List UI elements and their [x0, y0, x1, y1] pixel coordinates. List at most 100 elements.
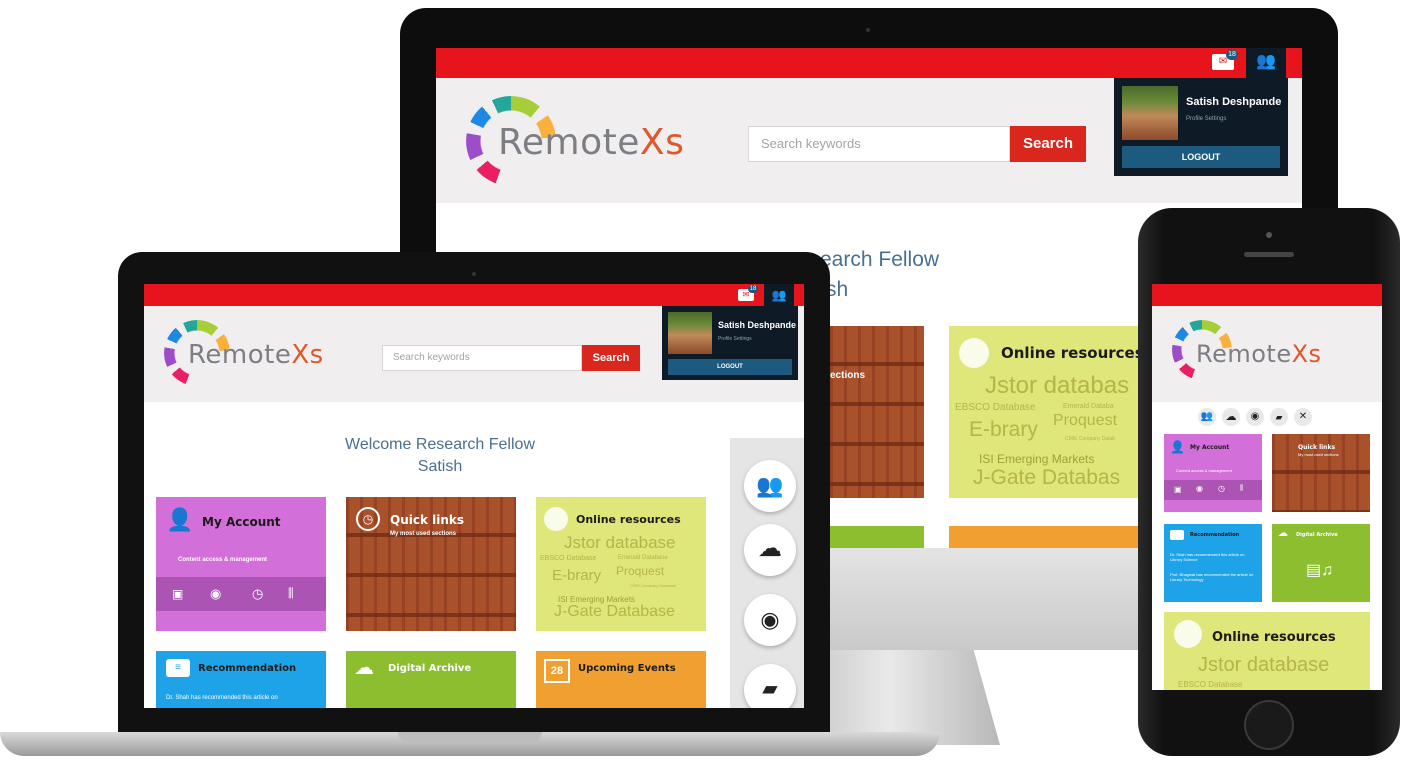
- remotexs-logo: RemoteXs: [1196, 340, 1322, 368]
- my-account-title: My Account: [1190, 444, 1230, 451]
- quick-links-tile[interactable]: Quick links My most used sections: [1272, 434, 1370, 512]
- recommendation-tile[interactable]: Recommendation Dr. Shah has recommended …: [1164, 524, 1262, 602]
- my-account-subtitle: Content access & management: [178, 557, 268, 563]
- resource-word: J-Gate Database: [554, 603, 675, 620]
- eye-icon[interactable]: ◉: [1246, 408, 1264, 426]
- recommendation-tile[interactable]: ≡ Recommendation Dr. Shah has recommende…: [156, 651, 326, 708]
- eye-icon[interactable]: ◉: [744, 594, 796, 646]
- welcome-line2: Satish: [417, 458, 463, 475]
- phone-screen: RemoteXs 👥 ☁ ◉ ▰ ✕ 👤 My Account Content …: [1152, 284, 1382, 690]
- search-input[interactable]: Search keywords: [382, 345, 582, 371]
- quick-links-tile-partial[interactable]: ections: [830, 326, 924, 498]
- quick-links-tile[interactable]: ◷ Quick links My most used sections: [346, 497, 516, 631]
- folder-icon[interactable]: ▰: [744, 664, 796, 708]
- remotexs-logo: RemoteXs: [498, 122, 685, 163]
- my-account-title: My Account: [202, 515, 281, 529]
- search-button[interactable]: Search: [1010, 126, 1086, 162]
- profile-name: Satish Deshpande: [1186, 96, 1282, 108]
- chat-icon: ≡: [166, 659, 190, 677]
- profile-settings-link[interactable]: Profile Settings: [718, 336, 752, 342]
- digital-archive-tile[interactable]: ☁ Digital Archive ▤♫: [1272, 524, 1370, 602]
- laptop-screen: ✉ 18 👥 RemoteXs Search keywords Search S…: [144, 284, 804, 708]
- media-files-icon: ▤♫: [1306, 562, 1334, 579]
- laptop-camera: [472, 272, 476, 276]
- eye-icon[interactable]: ◉: [1196, 484, 1203, 493]
- profile-name: Satish Deshpande: [718, 320, 797, 330]
- my-account-tile[interactable]: 👤 My Account Content access & management…: [156, 497, 326, 631]
- quick-links-title: Quick links: [1298, 444, 1336, 451]
- mail-count-badge: 18: [748, 285, 758, 293]
- resource-word: EBSCO Database: [1178, 680, 1243, 689]
- resource-word: EBSCO Database: [955, 402, 1036, 413]
- user-menu-button[interactable]: 👥: [1246, 48, 1286, 78]
- resource-word: Emerald Database: [618, 555, 668, 561]
- globe-icon: [544, 507, 568, 531]
- resource-word: J-Gate Databas: [973, 466, 1121, 489]
- profile-settings-link[interactable]: Profile Settings: [1186, 116, 1226, 122]
- equalizer-icon[interactable]: ⫼: [288, 586, 294, 601]
- online-resources-tile[interactable]: Online resources Jstor database EBSCO Da…: [536, 497, 706, 631]
- resource-word: Jstor database: [564, 533, 676, 552]
- chat-icon: [1170, 530, 1184, 540]
- cloud-icon[interactable]: ☁: [1222, 408, 1240, 426]
- online-resources-title: Online resources: [1001, 344, 1144, 362]
- recommendation-text: Dr. Shah has recommended this article on…: [1170, 552, 1245, 562]
- welcome-line1-partial: earch Fellow: [820, 248, 940, 271]
- resource-word: CMIE Company Datab: [1065, 436, 1116, 442]
- eye-icon[interactable]: ◉: [210, 586, 221, 602]
- search-button[interactable]: Search: [582, 345, 640, 371]
- globe-icon: [1174, 620, 1202, 648]
- clock-icon[interactable]: ◷: [1218, 484, 1225, 493]
- recommendation-text: Dr. Shah has recommended this article on: [166, 695, 278, 701]
- phone-earpiece: [1244, 252, 1294, 257]
- remotexs-logo: RemoteXs: [188, 340, 324, 370]
- welcome-line1: Welcome Research Fellow: [345, 436, 535, 453]
- resource-word: Emerald Databa: [1063, 403, 1114, 410]
- phone-camera: [1266, 232, 1272, 238]
- recommendation-title: Recommendation: [1190, 532, 1240, 538]
- avatar[interactable]: [1122, 86, 1178, 140]
- globe-icon: [959, 338, 989, 368]
- resource-word: EBSCO Database: [540, 555, 597, 562]
- user-icon: 👤: [1170, 440, 1185, 454]
- avatar[interactable]: [668, 312, 712, 354]
- quick-links-subtitle: My most used sections: [1298, 452, 1339, 457]
- online-resources-title: Online resources: [1212, 630, 1336, 645]
- quick-links-subtitle: My most used sections: [390, 531, 457, 537]
- my-account-subtitle: Content access & management: [1176, 468, 1232, 473]
- laptop-notch: [398, 732, 542, 742]
- digital-archive-title: Digital Archive: [1296, 532, 1338, 538]
- resource-word: E-brary: [552, 567, 602, 584]
- digital-archive-tile[interactable]: ☁ Digital Archive: [346, 651, 516, 708]
- online-resources-title: Online resources: [576, 513, 681, 526]
- my-account-tile[interactable]: 👤 My Account Content access & management…: [1164, 434, 1262, 512]
- users-icon[interactable]: 👥: [1198, 408, 1216, 426]
- laptop-top-bar: [144, 284, 804, 306]
- cloud-icon[interactable]: ☁: [744, 524, 796, 576]
- logout-button[interactable]: LOGOUT: [1122, 146, 1280, 168]
- search-input[interactable]: Search keywords: [748, 126, 1010, 162]
- resource-word: Jstor database: [1198, 654, 1330, 676]
- digital-archive-tile-partial[interactable]: [830, 526, 924, 548]
- folder-icon[interactable]: ▰: [1270, 408, 1288, 426]
- folder-lock-icon[interactable]: ▣: [1174, 485, 1182, 494]
- user-menu-button[interactable]: 👥: [764, 284, 794, 306]
- resource-word: Jstor databas: [985, 372, 1130, 399]
- recommendation-title: Recommendation: [198, 663, 297, 674]
- quick-links-subtitle-partial: ections: [830, 370, 866, 381]
- quick-links-title: Quick links: [390, 513, 465, 527]
- folder-lock-icon[interactable]: ▣: [172, 587, 183, 601]
- user-icon: 👤: [166, 507, 194, 532]
- tools-icon[interactable]: ✕: [1294, 408, 1312, 426]
- clock-icon[interactable]: ◷: [252, 586, 263, 602]
- desktop-top-bar: [436, 48, 1302, 78]
- logout-button[interactable]: LOGOUT: [668, 359, 792, 375]
- equalizer-icon[interactable]: ⫼: [1240, 485, 1243, 493]
- desktop-camera: [866, 28, 870, 32]
- users-icon[interactable]: 👥: [744, 460, 796, 512]
- mail-count-badge: 18: [1226, 50, 1238, 60]
- phone-home-button[interactable]: [1244, 700, 1294, 750]
- upcoming-events-tile[interactable]: 28 Upcoming Events: [536, 651, 706, 708]
- cloud-upload-icon: ☁: [1278, 528, 1288, 539]
- online-resources-tile[interactable]: Online resources Jstor database EBSCO Da…: [1164, 612, 1370, 690]
